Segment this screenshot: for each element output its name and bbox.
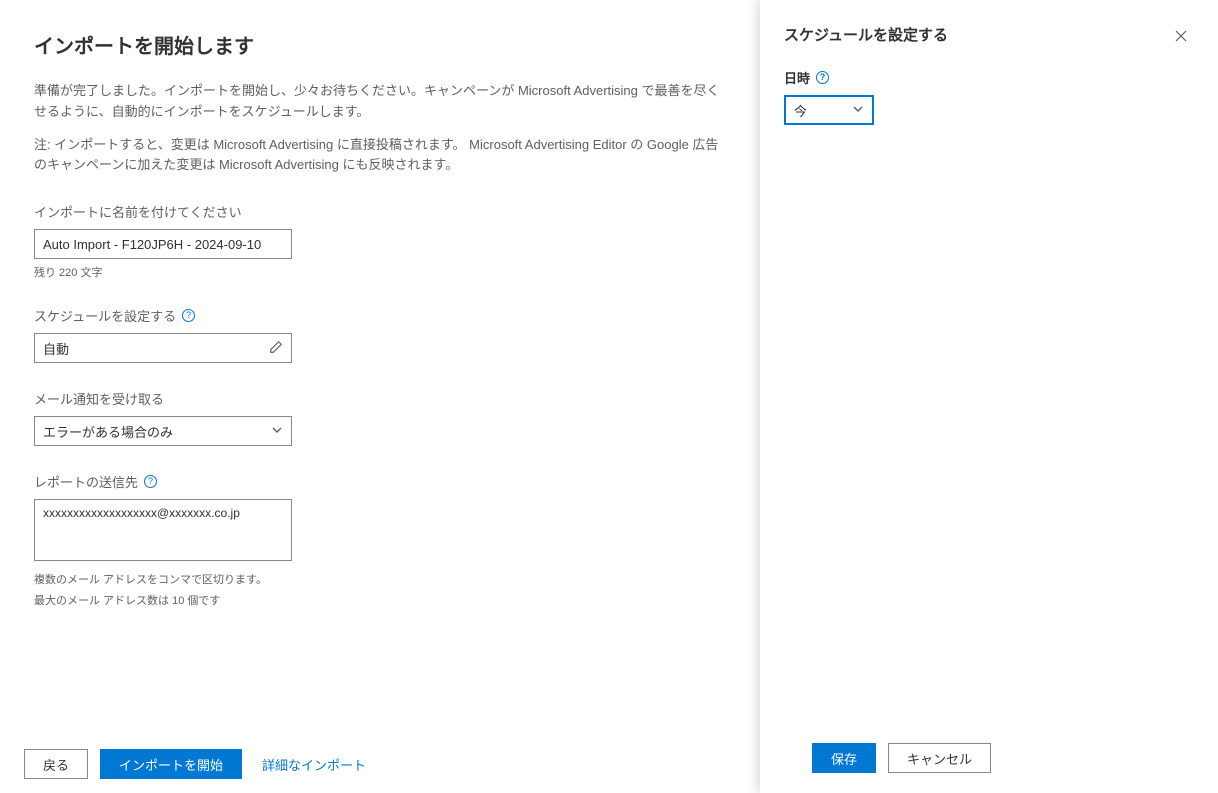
pencil-icon: [269, 340, 283, 357]
import-name-label: インポートに名前を付けてください: [34, 202, 726, 221]
field-report-to: レポートの送信先 ? 複数のメール アドレスをコンマで区切ります。 最大のメール…: [34, 472, 726, 608]
report-to-label-text: レポートの送信先: [34, 472, 138, 491]
import-name-input[interactable]: [34, 229, 292, 259]
panel-header: スケジュールを設定する: [760, 0, 1218, 50]
start-import-button[interactable]: インポートを開始: [100, 749, 242, 779]
save-button[interactable]: 保存: [812, 743, 876, 773]
panel-body: 日時 ? 今: [760, 50, 1218, 729]
report-to-textarea[interactable]: [34, 499, 292, 561]
panel-title: スケジュールを設定する: [784, 24, 948, 45]
email-notify-select[interactable]: エラーがある場合のみ: [34, 416, 292, 446]
chevron-down-icon: [271, 424, 283, 439]
cancel-button[interactable]: キャンセル: [888, 743, 991, 773]
help-icon[interactable]: ?: [816, 71, 829, 84]
schedule-label-text: スケジュールを設定する: [34, 306, 176, 325]
email-notify-value: エラーがある場合のみ: [43, 422, 173, 441]
schedule-panel: スケジュールを設定する 日時 ? 今 保存 キャンセル: [760, 0, 1218, 793]
email-notify-label: メール通知を受け取る: [34, 389, 726, 408]
report-to-label: レポートの送信先 ?: [34, 472, 726, 491]
schedule-edit-button[interactable]: 自動: [34, 333, 292, 363]
datetime-value: 今: [794, 101, 807, 120]
back-button[interactable]: 戻る: [24, 749, 88, 779]
close-button[interactable]: [1168, 24, 1194, 50]
main-content: インポートを開始します 準備が完了しました。インポートを開始し、少々お待ちくださ…: [0, 0, 760, 793]
panel-footer: 保存 キャンセル: [788, 729, 1218, 793]
schedule-label: スケジュールを設定する ?: [34, 306, 726, 325]
datetime-label-text: 日時: [784, 68, 810, 87]
advanced-import-link[interactable]: 詳細なインポート: [262, 755, 366, 774]
field-import-name: インポートに名前を付けてください 残り 220 文字: [34, 202, 726, 280]
report-to-hint-2: 最大のメール アドレス数は 10 個です: [34, 592, 726, 608]
description-text-2: 注: インポートすると、変更は Microsoft Advertising に直…: [34, 135, 726, 177]
description-text-1: 準備が完了しました。インポートを開始し、少々お待ちください。キャンペーンが Mi…: [34, 81, 726, 123]
datetime-label: 日時 ?: [784, 68, 1194, 87]
report-to-hint-1: 複数のメール アドレスをコンマで区切ります。: [34, 571, 726, 587]
help-icon[interactable]: ?: [182, 309, 195, 322]
help-icon[interactable]: ?: [144, 475, 157, 488]
import-name-hint: 残り 220 文字: [34, 264, 726, 280]
close-icon: [1175, 30, 1187, 45]
page-title: インポートを開始します: [34, 30, 726, 59]
chevron-down-icon: [852, 103, 864, 118]
schedule-value: 自動: [43, 339, 69, 358]
datetime-select[interactable]: 今: [784, 95, 874, 125]
field-email-notify: メール通知を受け取る エラーがある場合のみ: [34, 389, 726, 446]
field-schedule: スケジュールを設定する ? 自動: [34, 306, 726, 363]
